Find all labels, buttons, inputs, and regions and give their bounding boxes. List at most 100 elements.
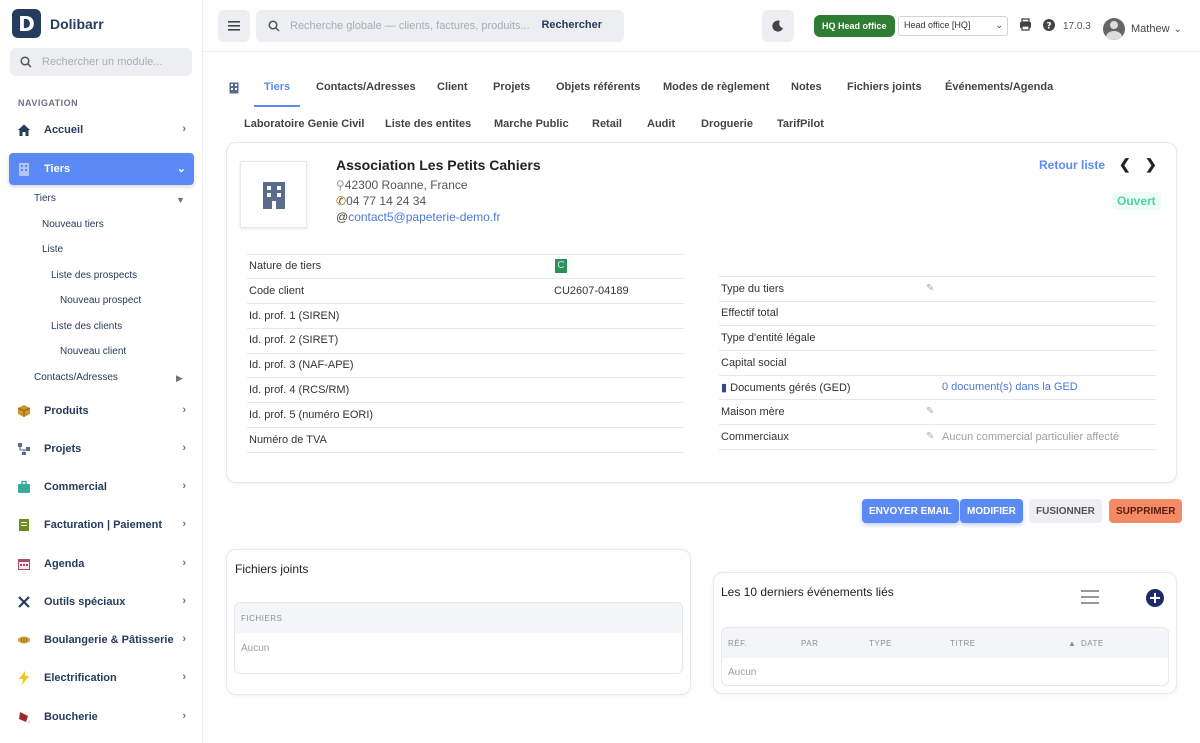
sub-item-liste[interactable]: Liste [42, 244, 63, 255]
invoice-icon [17, 518, 31, 532]
search-button[interactable]: Rechercher [541, 19, 602, 31]
sidebar-item-outils[interactable]: Outils spéciaux › [9, 586, 194, 618]
merge-button[interactable]: FUSIONNER [1029, 499, 1102, 523]
book-icon: ▮ [721, 382, 728, 394]
sub-item-liste-clients[interactable]: Liste des clients [51, 321, 122, 332]
search-icon [20, 56, 32, 68]
list-view-icon[interactable] [1081, 590, 1099, 609]
phone-icon: ✆ [336, 194, 347, 208]
next-arrow-icon[interactable]: ❯ [1145, 156, 1157, 173]
module-search [10, 48, 192, 76]
tab-contacts[interactable]: Contacts/Adresses [316, 81, 416, 93]
menu-toggle-button[interactable] [218, 10, 250, 42]
chevron-right-icon: › [182, 710, 186, 722]
modify-button[interactable]: MODIFIER [960, 499, 1023, 523]
tab-notes[interactable]: Notes [791, 81, 822, 93]
field-label: Id. prof. 2 (SIRET) [249, 334, 339, 346]
add-event-icon[interactable] [1146, 589, 1164, 612]
global-search-input[interactable] [290, 20, 530, 32]
tab-tarifpilot[interactable]: TarifPilot [777, 118, 824, 130]
divider [247, 278, 684, 279]
sidebar-item-boucherie[interactable]: Boucherie › [9, 701, 194, 733]
chevron-down-icon: ⌄ [995, 20, 1003, 30]
module-search-input[interactable] [42, 56, 182, 68]
tab-tiers[interactable]: Tiers [264, 81, 290, 93]
tab-laboratoire[interactable]: Laboratoire Genie Civil [244, 118, 364, 130]
column-header: FICHIERS [241, 614, 283, 623]
edit-pencil-icon[interactable]: ✎ [926, 431, 934, 442]
tab-fichiers-joints[interactable]: Fichiers joints [847, 81, 922, 93]
previous-arrow-icon[interactable]: ❮ [1119, 156, 1131, 173]
sidebar-item-produits[interactable]: Produits › [9, 395, 194, 427]
sidebar-item-electrification[interactable]: Electrification › [9, 662, 194, 694]
hq-badge: HQ Head office [814, 15, 895, 37]
column-header[interactable]: DATE [1081, 639, 1104, 648]
sidebar-item-tiers[interactable]: Tiers ⌄ [9, 153, 194, 185]
column-header[interactable]: TYPE [869, 639, 892, 648]
sidebar-item-projets[interactable]: Projets › [9, 433, 194, 465]
tab-building-icon[interactable] [229, 82, 239, 97]
entity-select[interactable]: Head office [HQ] ⌄ [898, 16, 1008, 36]
caret-right-icon[interactable]: ▶ [176, 373, 183, 384]
divider [247, 353, 684, 354]
calendar-icon [17, 557, 31, 571]
brand[interactable]: D Dolibarr [12, 9, 104, 38]
events-table: RÉF. PAR TYPE TITRE ▲ DATE Aucun [721, 627, 1169, 686]
sub-item-nouveau-prospect[interactable]: Nouveau prospect [60, 295, 141, 306]
email-line[interactable]: @contact5@papeterie-demo.fr [336, 210, 500, 224]
chevron-right-icon: › [182, 404, 186, 416]
divider [719, 424, 1156, 425]
sub-item-liste-prospects[interactable]: Liste des prospects [51, 270, 137, 281]
sidebar-item-agenda[interactable]: Agenda › [9, 548, 194, 580]
table-header: RÉF. PAR TYPE TITRE ▲ DATE [722, 628, 1168, 658]
tab-modes-reglement[interactable]: Modes de règlement [663, 81, 769, 93]
user-menu[interactable]: Mathew ⌄ [1103, 18, 1182, 40]
field-label: Id. prof. 4 (RCS/RM) [249, 384, 350, 396]
tab-liste-entites[interactable]: Liste des entites [385, 118, 471, 130]
edit-pencil-icon[interactable]: ✎ [926, 406, 934, 417]
tab-client[interactable]: Client [437, 81, 468, 93]
tab-objets-referents[interactable]: Objets référents [556, 81, 640, 93]
sidebar: D Dolibarr NAVIGATION Accueil › Tiers ⌄ … [0, 0, 203, 743]
sort-up-icon[interactable]: ▲ [1068, 639, 1076, 648]
sidebar-item-label: Tiers [44, 163, 71, 175]
column-header[interactable]: RÉF. [728, 639, 747, 648]
table-header: FICHIERS [235, 603, 682, 633]
sub-item-nouveau-client[interactable]: Nouveau client [60, 346, 126, 357]
edit-pencil-icon[interactable]: ✎ [926, 283, 934, 294]
caret-down-icon[interactable]: ▼ [176, 195, 185, 205]
sidebar-item-label: Projets [44, 443, 82, 455]
chevron-right-icon: › [182, 595, 186, 607]
divider [719, 301, 1156, 302]
field-label: Effectif total [721, 307, 779, 319]
tab-marche-public[interactable]: Marche Public [494, 118, 569, 130]
sub-item-tiers[interactable]: Tiers [34, 193, 56, 204]
tab-audit[interactable]: Audit [647, 118, 675, 130]
delete-button[interactable]: SUPPRIMER [1109, 499, 1183, 523]
print-icon[interactable] [1019, 18, 1032, 34]
brand-name: Dolibarr [50, 15, 104, 32]
dark-mode-button[interactable] [762, 10, 794, 42]
column-header[interactable]: PAR [801, 639, 818, 648]
help-icon[interactable]: ? [1042, 18, 1056, 35]
ged-link[interactable]: 0 document(s) dans la GED [942, 381, 1078, 393]
tab-evenements[interactable]: Événements/Agenda [945, 81, 1053, 93]
files-title: Fichiers joints [235, 562, 309, 576]
divider [247, 402, 684, 403]
sub-item-nouveau-tiers[interactable]: Nouveau tiers [42, 219, 104, 230]
divider [719, 276, 1156, 277]
column-header[interactable]: TITRE [950, 639, 976, 648]
sidebar-item-boulangerie[interactable]: Boulangerie & Pâtisserie › [9, 624, 194, 656]
tab-projets[interactable]: Projets [493, 81, 530, 93]
chevron-right-icon: › [182, 633, 186, 645]
sub-item-contacts[interactable]: Contacts/Adresses [34, 372, 118, 383]
sidebar-item-commercial[interactable]: Commercial › [9, 471, 194, 503]
back-to-list-link[interactable]: Retour liste [1039, 158, 1105, 172]
tab-retail[interactable]: Retail [592, 118, 622, 130]
sidebar-item-accueil[interactable]: Accueil › [9, 114, 194, 146]
tab-droguerie[interactable]: Droguerie [701, 118, 753, 130]
divider [247, 427, 684, 428]
sidebar-item-facturation[interactable]: Facturation | Paiement › [9, 509, 194, 541]
send-email-button[interactable]: ENVOYER EMAIL [862, 499, 959, 523]
empty-row: Aucun [728, 667, 757, 678]
